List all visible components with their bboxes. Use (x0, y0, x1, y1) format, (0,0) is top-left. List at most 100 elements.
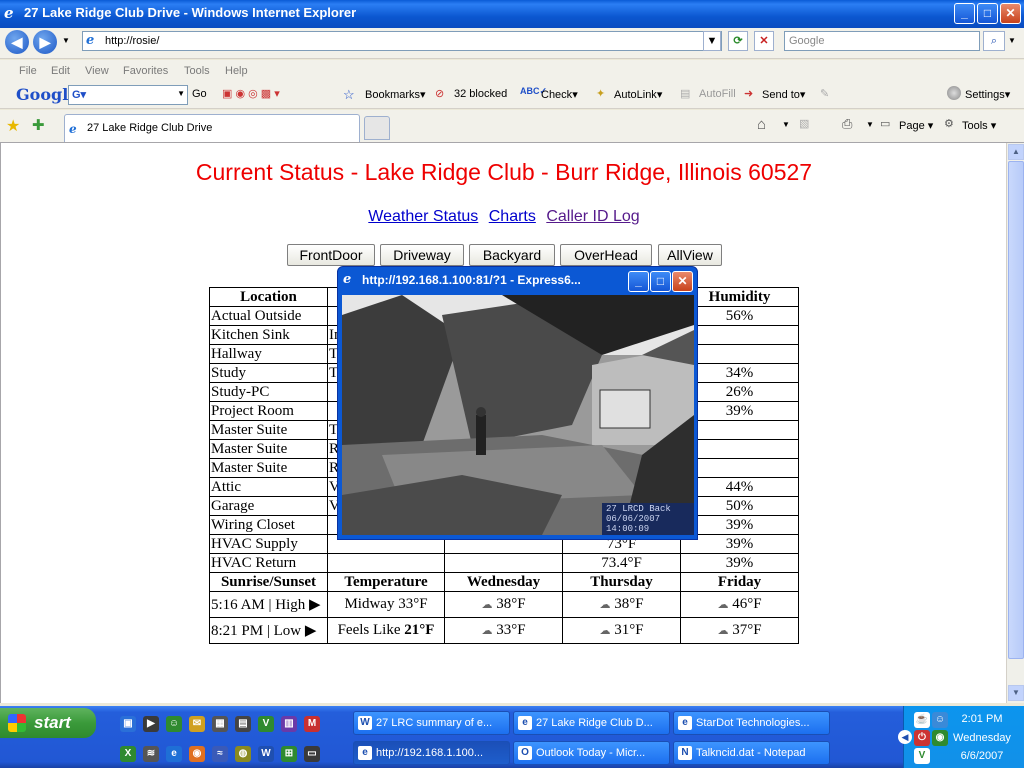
taskbar-button-ie-lakeridge[interactable]: e 27 Lake Ridge Club D... (513, 711, 670, 735)
allview-button[interactable]: AllView (658, 244, 722, 266)
quicklaunch-media-icon[interactable]: ▶ (143, 716, 159, 732)
highlight-icon[interactable]: ✎ (820, 87, 829, 100)
popup-blocked-count[interactable]: 32 blocked (454, 88, 507, 100)
clock-day: Wednesday (953, 732, 1011, 744)
google-go-button[interactable]: Go (192, 88, 207, 100)
start-button[interactable]: start (0, 708, 96, 738)
quicklaunch-app-icon[interactable]: M (304, 716, 320, 732)
vertical-scrollbar[interactable]: ▲ ▼ (1006, 143, 1024, 703)
maximize-button[interactable]: □ (977, 3, 998, 24)
google-search-input[interactable]: G▾ ▼ (68, 85, 188, 105)
popup-maximize-button[interactable]: □ (650, 271, 671, 292)
overhead-button[interactable]: OverHead (560, 244, 652, 266)
taskbar-button-ie-stardot[interactable]: e StarDot Technologies... (673, 711, 830, 735)
feeds-icon[interactable]: ▧ (799, 117, 809, 130)
menu-favorites[interactable]: Favorites (123, 65, 168, 77)
tray-vnc-icon[interactable]: V (914, 748, 930, 764)
address-dropdown-icon[interactable]: ▼ (703, 31, 721, 51)
title-bar: e 27 Lake Ridge Club Drive - Windows Int… (0, 0, 1024, 28)
back-arrow-icon: ◀ (11, 34, 23, 50)
page-title: Current Status - Lake Ridge Club - Burr … (195, 159, 813, 185)
refresh-icon[interactable]: ⟳ (728, 31, 748, 51)
quicklaunch-network-icon[interactable]: ≈ (212, 746, 228, 762)
driveway-button[interactable]: Driveway (380, 244, 464, 266)
menu-edit[interactable]: Edit (51, 65, 70, 77)
weather-status-link[interactable]: Weather Status (368, 208, 478, 225)
taskbar-button-notepad[interactable]: N Talkncid.dat - Notepad (673, 741, 830, 765)
wednesday-cell: ☁ 33°F (444, 617, 563, 644)
back-button[interactable]: ◀ (5, 30, 29, 54)
quicklaunch-app-icon[interactable]: ◍ (235, 746, 251, 762)
print-dropdown-icon[interactable]: ▼ (866, 120, 874, 129)
page-menu-button[interactable]: Page ▾ (899, 119, 933, 132)
menu-file[interactable]: File (19, 65, 37, 77)
search-input[interactable]: Google (784, 31, 980, 51)
caller-id-log-link[interactable]: Caller ID Log (546, 208, 639, 225)
forward-arrow-icon: ▶ (39, 34, 51, 50)
tab-label: 27 Lake Ridge Club Drive (87, 122, 213, 134)
backyard-button[interactable]: Backyard (469, 244, 555, 266)
quicklaunch-app-icon[interactable]: ≋ (143, 746, 159, 762)
quicklaunch-app-icon[interactable]: ⊞ (281, 746, 297, 762)
search-icon[interactable]: ⌕ (983, 31, 1005, 51)
quicklaunch-outlook-icon[interactable]: ✉ (189, 716, 205, 732)
quicklaunch-firefox-icon[interactable]: ◉ (189, 746, 205, 762)
tray-java-icon[interactable]: ☕ (914, 712, 930, 728)
quicklaunch-vnc-icon[interactable]: V (258, 716, 274, 732)
bookmarks-button[interactable]: Bookmarks▾ (365, 88, 426, 101)
address-input[interactable]: e http://rosie/ ▼ (82, 31, 722, 51)
taskbar-button-word[interactable]: W 27 LRC summary of e... (353, 711, 510, 735)
new-tab-button[interactable] (364, 116, 390, 140)
scroll-down-icon[interactable]: ▼ (1008, 685, 1024, 701)
taskbar-button-outlook[interactable]: O Outlook Today - Micr... (513, 741, 670, 765)
scroll-thumb[interactable] (1008, 161, 1024, 659)
toolbar-app-icons[interactable]: ▣ ◉ ◎ ▩ ▾ (222, 87, 280, 100)
minimize-button[interactable]: _ (954, 3, 975, 24)
quicklaunch-word-icon[interactable]: W (258, 746, 274, 762)
forward-button[interactable]: ▶ (33, 30, 57, 54)
history-dropdown-icon[interactable]: ▼ (62, 36, 70, 45)
print-icon[interactable]: ⎙ (842, 116, 852, 132)
quicklaunch-ie-icon[interactable]: e (166, 746, 182, 762)
quicklaunch-app-icon[interactable]: ▥ (281, 716, 297, 732)
stop-icon[interactable]: ✕ (754, 31, 774, 51)
settings-button[interactable]: Settings▾ (965, 88, 1010, 101)
quicklaunch-excel-icon[interactable]: X (120, 746, 136, 762)
taskbar-button-ie-camera[interactable]: e http://192.168.1.100... (353, 741, 510, 765)
frontdoor-button[interactable]: FrontDoor (287, 244, 375, 266)
tab-lake-ridge[interactable]: e 27 Lake Ridge Club Drive (64, 114, 360, 142)
location-cell: HVAC Supply (209, 534, 328, 554)
quicklaunch-cmd-icon[interactable]: ▭ (304, 746, 320, 762)
home-icon[interactable]: ⌂ (757, 116, 766, 133)
quicklaunch-app-icon[interactable]: ▦ (212, 716, 228, 732)
search-placeholder: Google (789, 35, 825, 47)
add-favorite-icon[interactable]: ✚ (32, 116, 45, 134)
clock-time[interactable]: 2:01 PM (942, 713, 1022, 725)
tools-menu-button[interactable]: Tools ▾ (962, 119, 996, 132)
autolink-button[interactable]: AutoLink▾ (614, 88, 662, 101)
location-cell: Project Room (209, 401, 328, 421)
close-button[interactable]: ✕ (1000, 3, 1021, 24)
quicklaunch-desktop-icon[interactable]: ▣ (120, 716, 136, 732)
menu-help[interactable]: Help (225, 65, 248, 77)
popup-minimize-button[interactable]: _ (628, 271, 649, 292)
scroll-up-icon[interactable]: ▲ (1008, 144, 1024, 160)
tray-power-icon[interactable]: ⏻ (914, 730, 930, 746)
charts-link[interactable]: Charts (489, 208, 536, 225)
quicklaunch-messenger-icon[interactable]: ☺ (166, 716, 182, 732)
home-dropdown-icon[interactable]: ▼ (782, 120, 790, 129)
autofill-button[interactable]: AutoFill (699, 88, 736, 100)
check-button[interactable]: Check▾ (541, 88, 578, 101)
thursday-header: Thursday (562, 572, 681, 592)
favorites-star-icon[interactable]: ★ (6, 116, 20, 136)
menu-tools[interactable]: Tools (184, 65, 210, 77)
google-dropdown-icon[interactable]: ▼ (177, 89, 185, 98)
weather-icon: ☁ (599, 599, 611, 611)
tray-expand-icon[interactable]: ◀ (898, 730, 912, 744)
quicklaunch-app-icon[interactable]: ▤ (235, 716, 251, 732)
search-options-icon[interactable]: ▼ (1008, 36, 1016, 45)
popup-close-button[interactable]: ✕ (672, 271, 693, 292)
sendto-button[interactable]: Send to▾ (762, 88, 805, 101)
temperature-header: Temperature (327, 572, 445, 592)
menu-view[interactable]: View (85, 65, 109, 77)
